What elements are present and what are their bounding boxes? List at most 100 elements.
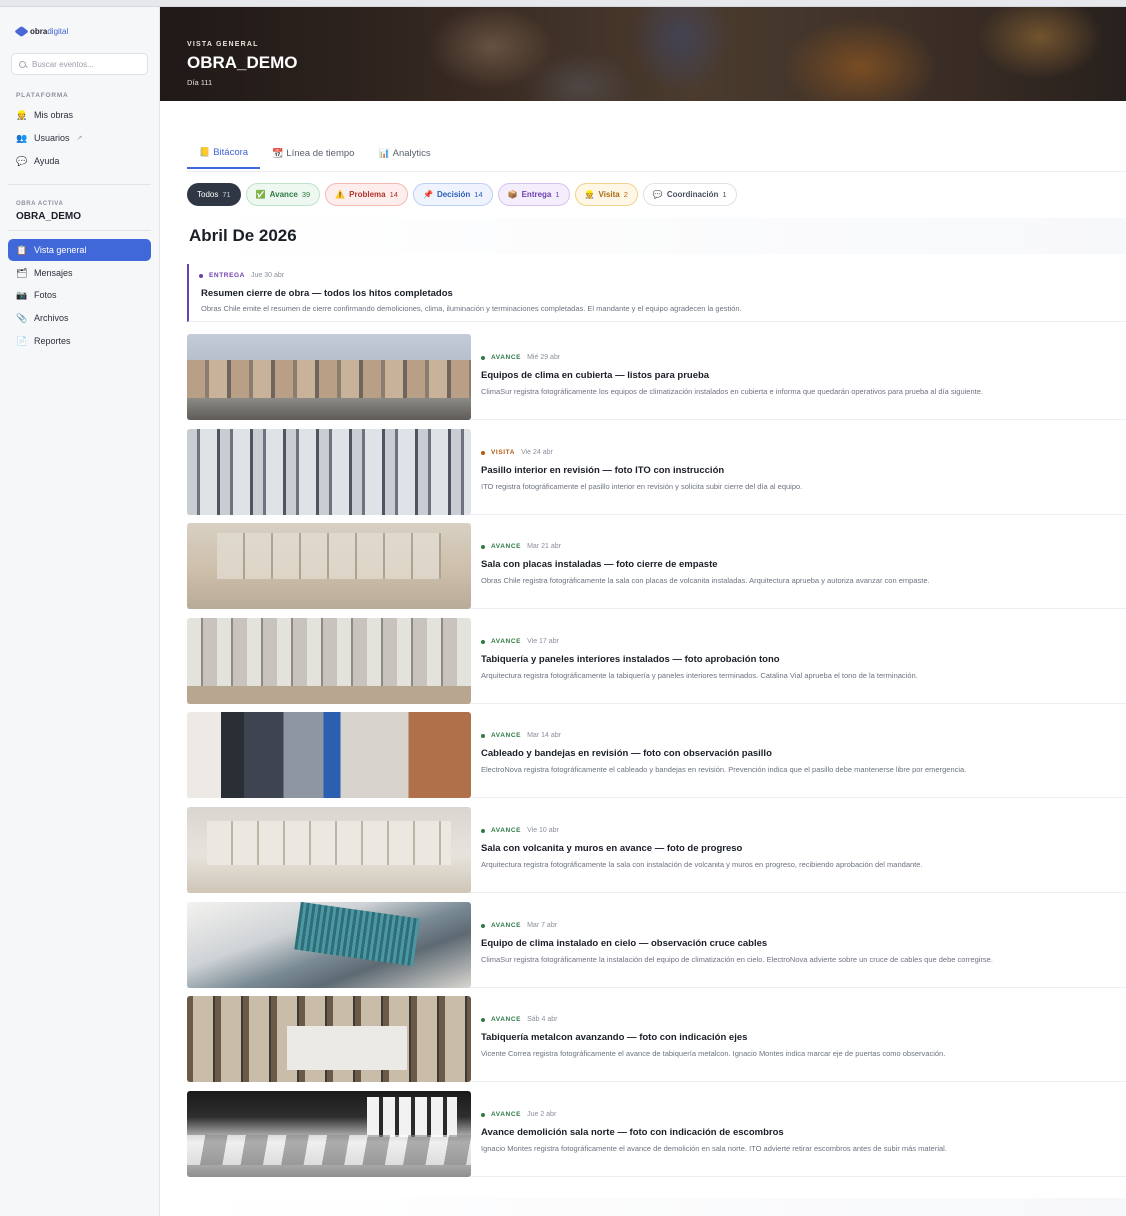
filter-chip-count: 1 xyxy=(722,190,727,199)
camera-icon: 📷 xyxy=(16,289,28,300)
event-meta: AVANCE Mar 7 abr xyxy=(481,922,557,929)
filter-chip-icon: ⚠️ xyxy=(335,190,346,199)
filter-chip-icon: 📌 xyxy=(422,190,433,199)
filter-chip-count: 2 xyxy=(623,190,628,199)
event-type-dot xyxy=(481,1112,485,1117)
event-card[interactable]: AVANCE Vie 17 abr Tabiquería y paneles int… xyxy=(187,618,1126,704)
sidebar-item-vista-general[interactable]: 📋 Vista general xyxy=(8,239,151,261)
project-hero-banner: VISTA GENERAL OBRA_DEMO Día 111 xyxy=(160,7,1126,101)
event-card-entrega[interactable]: ENTREGA Jue 30 abr Resumen cierre de obr… xyxy=(187,264,1126,322)
event-date: Mar 14 abr xyxy=(527,732,561,739)
filter-chip-avance[interactable]: ✅ Avance 39 xyxy=(245,183,321,206)
sidebar-item-label: Mensajes xyxy=(34,268,73,278)
tab-analytics[interactable]: 📊 Analytics xyxy=(366,137,442,169)
sidebar-item-mis-obras[interactable]: 👷 Mis obras xyxy=(8,104,151,126)
search-input[interactable]: Buscar eventos... xyxy=(11,53,148,75)
event-title: Pasillo interior en revisión — foto ITO … xyxy=(481,465,725,476)
event-date: Jue 30 abr xyxy=(250,272,285,279)
event-photo[interactable] xyxy=(187,523,471,609)
event-photo[interactable] xyxy=(187,334,471,420)
event-type-label: AVANCE xyxy=(491,543,522,550)
filter-chip-label: Decisión xyxy=(436,190,471,199)
active-project-name: OBRA_DEMO xyxy=(16,211,82,222)
filter-chip-coordinaci-n[interactable]: 💬 Coordinación 1 xyxy=(642,183,737,206)
folder-icon: 🗂 xyxy=(16,267,28,278)
filter-chip-entrega[interactable]: 📦 Entrega 1 xyxy=(497,183,570,206)
event-title: Cableado y bandejas en revisión — foto c… xyxy=(481,748,772,759)
filter-chip-decisi-n[interactable]: 📌 Decisión 14 xyxy=(412,183,493,206)
event-photo[interactable] xyxy=(187,618,471,704)
sidebar-item-usuarios[interactable]: 👥 Usuarios ↗ xyxy=(8,127,151,149)
event-date: Mar 7 abr xyxy=(527,922,558,929)
event-photo[interactable] xyxy=(187,429,471,515)
event-type-label: AVANCE xyxy=(491,732,522,739)
filter-chip-problema[interactable]: ⚠️ Problema 14 xyxy=(325,183,408,206)
filter-chip-icon: 📦 xyxy=(507,190,518,199)
event-type-dot xyxy=(481,639,485,644)
event-card[interactable]: VISITA Vie 24 abr Pasillo interior en revi… xyxy=(187,429,1126,515)
event-date: Vie 10 abr xyxy=(527,827,559,834)
sidebar-item-mensajes[interactable]: 🗂 Mensajes xyxy=(8,262,151,284)
sidebar-item-fotos[interactable]: 📷 Fotos xyxy=(8,284,151,306)
event-card[interactable]: AVANCE Mar 14 abr Cableado y bandejas en r… xyxy=(187,712,1126,798)
tabs-divider xyxy=(187,171,1126,172)
sidebar-item-archivos[interactable]: 📎 Archivos xyxy=(8,307,151,329)
event-photo[interactable] xyxy=(187,902,471,988)
filter-chip-visita[interactable]: 👷 Visita 2 xyxy=(574,183,638,206)
event-description: ITO registra fotográficamente el pasillo… xyxy=(481,482,803,491)
event-type-dot xyxy=(481,733,485,738)
filter-chip-label: Avance xyxy=(269,190,298,199)
event-meta: VISITA Vie 24 abr xyxy=(481,449,553,456)
sidebar-item-ayuda[interactable]: 💬 Ayuda xyxy=(8,150,151,172)
event-photo[interactable] xyxy=(187,996,471,1082)
event-type-label: AVANCE xyxy=(491,827,522,834)
event-title: Equipos de clima en cubierta — listos pa… xyxy=(481,370,710,381)
filter-chip-label: Entrega xyxy=(521,190,552,199)
speech-bubble-icon: 💬 xyxy=(16,155,28,166)
month-group-header: Abril De 2026 xyxy=(187,218,1126,254)
builder-icon: 👷 xyxy=(16,109,28,120)
filter-chip-icon: 👷 xyxy=(584,190,595,199)
sidebar-item-label: Ayuda xyxy=(34,156,60,166)
event-type-dot xyxy=(481,544,485,549)
event-type-label: AVANCE xyxy=(491,354,522,361)
month-title: Abril De 2026 xyxy=(189,226,297,245)
document-icon: 📄 xyxy=(16,335,28,346)
filter-chip-label: Visita xyxy=(598,190,620,199)
page-title: OBRA_DEMO xyxy=(187,53,298,72)
event-title: Sala con volcanita y muros en avance — f… xyxy=(481,843,743,854)
event-card[interactable]: AVANCE Mar 7 abr Equipo de clima instalado… xyxy=(187,902,1126,988)
brand-logo[interactable]: obradigital xyxy=(14,26,69,37)
tab-bitacora[interactable]: 📒 Bitácora xyxy=(187,137,261,169)
event-card[interactable]: AVANCE Jue 2 abr Avance demolición sala no… xyxy=(187,1091,1126,1177)
event-photo[interactable] xyxy=(187,1091,471,1177)
external-link-icon: ↗ xyxy=(76,135,83,142)
tab-linea-de-tiempo[interactable]: 📆 Línea de tiempo xyxy=(260,137,366,169)
event-type-dot xyxy=(481,1017,485,1022)
event-title: Equipo de clima instalado en cielo — obs… xyxy=(481,938,768,949)
filter-chip-icon: 💬 xyxy=(652,190,663,199)
sidebar-item-reportes[interactable]: 📄 Reportes xyxy=(8,330,151,352)
event-card[interactable]: AVANCE Vie 10 abr Sala con volcanita y mur… xyxy=(187,807,1126,893)
event-card[interactable]: AVANCE Sáb 4 abr Tabiquería metalcon avanz… xyxy=(187,996,1126,1082)
users-icon: 👥 xyxy=(16,132,28,143)
event-card[interactable]: AVANCE Mar 21 abr Sala con placas instalad… xyxy=(187,523,1126,609)
event-date: Mié 29 abr xyxy=(527,354,561,361)
filter-chip-label: Todos xyxy=(197,190,219,199)
event-photo[interactable] xyxy=(187,712,471,798)
filter-chip-count: 39 xyxy=(301,190,311,199)
tab-label: Analytics xyxy=(392,147,431,159)
hero-eyebrow: VISTA GENERAL xyxy=(187,41,259,48)
sidebar-item-label: Vista general xyxy=(34,245,87,255)
filter-chip-todos[interactable]: Todos 71 xyxy=(187,183,241,206)
event-photo[interactable] xyxy=(187,807,471,893)
event-type-dot xyxy=(481,450,485,455)
event-description: Arquitectura registra fotográficamente l… xyxy=(481,671,918,680)
brand-name: obradigital xyxy=(30,27,69,36)
section-label-platform: PLATAFORMA xyxy=(16,92,69,99)
event-card[interactable]: AVANCE Mié 29 abr Equipos de clima en cubi… xyxy=(187,334,1126,420)
tab-label: Bitácora xyxy=(213,146,249,158)
event-title: Tabiquería y paneles interiores instalad… xyxy=(481,654,780,665)
clipboard-icon: 📋 xyxy=(16,244,28,255)
event-title: Resumen cierre de obra — todos los hitos… xyxy=(201,288,453,299)
